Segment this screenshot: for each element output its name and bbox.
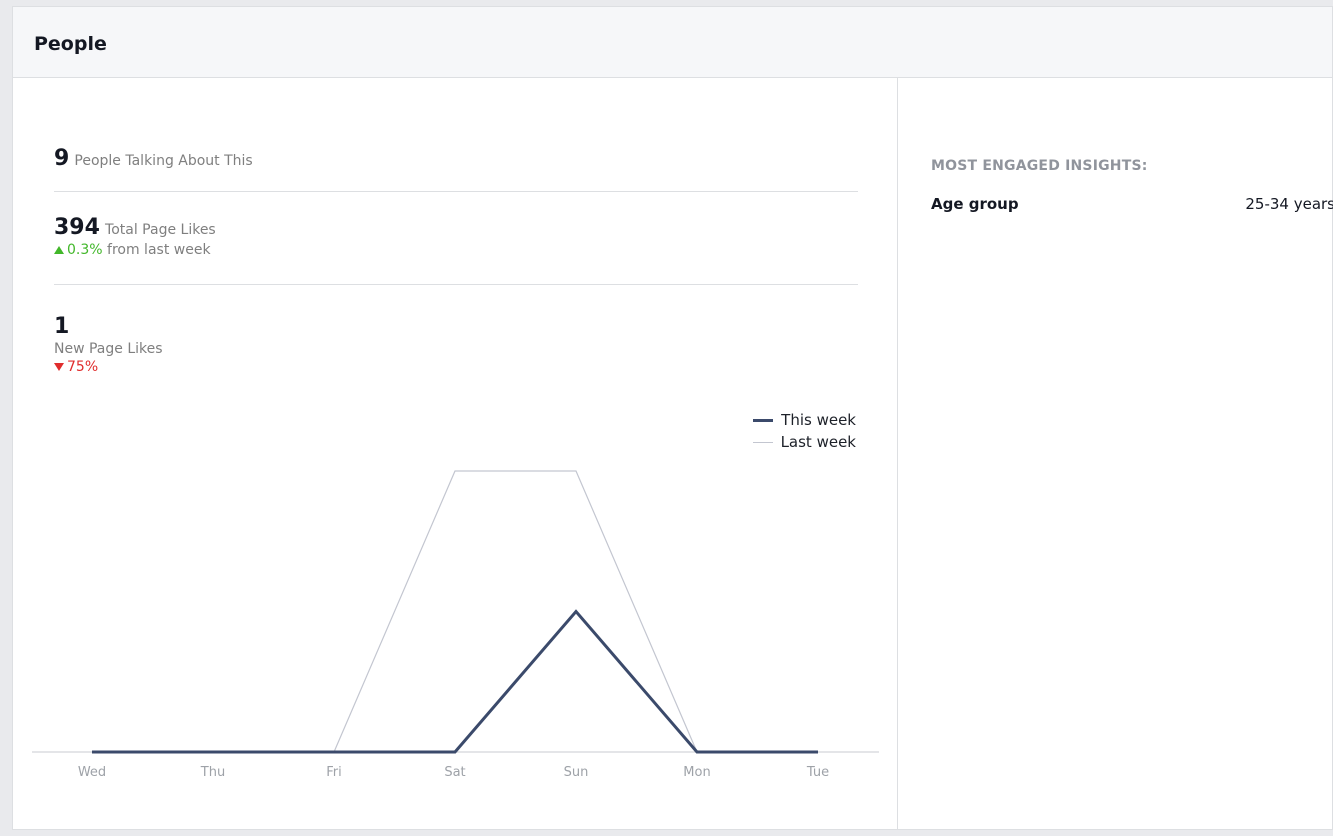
x-tick-label-fri: Fri [326, 765, 342, 780]
series-line-last-week [92, 470, 818, 753]
insights-title: MOST ENGAGED INSIGHTS: [931, 158, 1148, 174]
x-tick-label-sat: Sat [444, 765, 465, 780]
x-tick-label-tue: Tue [806, 765, 829, 780]
panel-header: People [13, 7, 1332, 78]
x-tick-label-thu: Thu [200, 765, 225, 780]
x-tick-label-mon: Mon [683, 765, 710, 780]
insight-label: Age group [931, 195, 1019, 213]
series-line-this-week [92, 609, 818, 754]
x-tick-label-wed: Wed [78, 765, 106, 780]
x-tick-label-sun: Sun [564, 765, 589, 780]
new-page-likes-chart: Wed Thu Fri Sat Sun Mon Tue [32, 470, 879, 780]
metrics-column: 9 People Talking About This 394 Total Pa… [13, 78, 897, 830]
insights-column: MOST ENGAGED INSIGHTS: Age group 25-34 y… [897, 78, 1333, 830]
panel-title: People [34, 33, 107, 55]
insight-value: 25-34 years [1245, 195, 1333, 213]
people-panel: People 9 People Talking About This 394 T… [12, 6, 1333, 830]
